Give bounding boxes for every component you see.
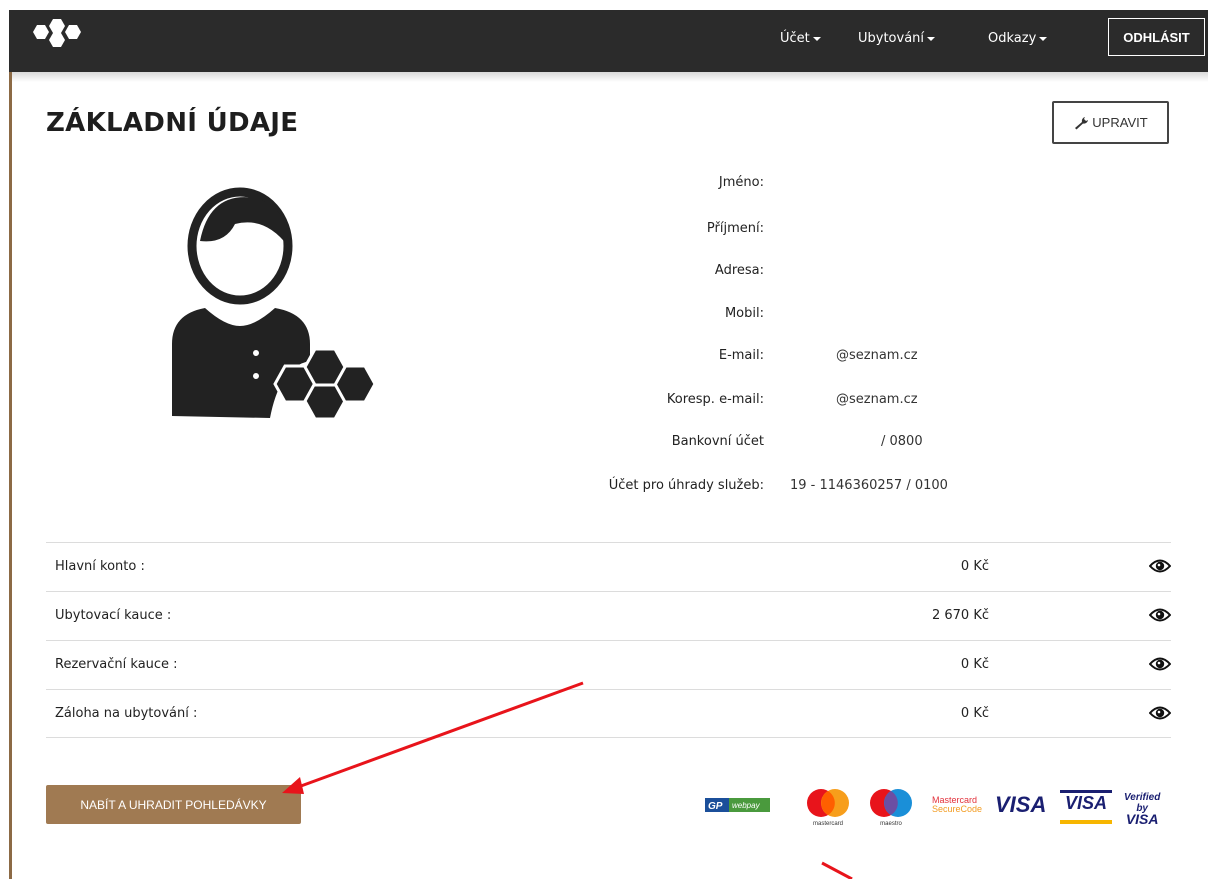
- side-accent-stripe: [9, 72, 12, 879]
- visa-logo: VISA: [995, 792, 1047, 817]
- red-arrow-icon: [821, 861, 853, 879]
- account-value: 0 Kč: [960, 559, 989, 574]
- label-bank-account: Bankovní účet: [671, 434, 764, 449]
- verified-line2: VISA: [1125, 811, 1159, 827]
- verified-by-visa-logo: Verified by VISA: [1124, 792, 1160, 827]
- table-row: Rezervační kauce : 0 Kč: [46, 640, 1171, 689]
- value-corresp-email: @seznam.cz: [836, 392, 918, 407]
- nav-ubytovani-label: Ubytování: [858, 31, 925, 46]
- eye-icon[interactable]: [1149, 558, 1171, 574]
- label-last-name: Příjmení:: [706, 221, 764, 236]
- label-first-name: Jméno:: [718, 175, 764, 190]
- value-email: @seznam.cz: [836, 348, 918, 363]
- table-row: Ubytovací kauce : 2 670 Kč: [46, 591, 1171, 640]
- maestro-text: maestro: [880, 821, 902, 826]
- mastercard-securecode-logo: Mastercard SecureCode: [932, 796, 982, 814]
- label-corresp-email: Koresp. e-mail:: [666, 392, 764, 407]
- edit-button[interactable]: UPRAVIT: [1052, 101, 1169, 144]
- logout-button[interactable]: ODHLÁSIT: [1108, 18, 1205, 56]
- edit-button-label: UPRAVIT: [1092, 115, 1148, 130]
- svg-text:GP: GP: [708, 801, 723, 812]
- label-address: Adresa:: [714, 263, 764, 278]
- accounts-table: Hlavní konto : 0 Kč Ubytovací kauce : 2 …: [46, 542, 1171, 738]
- account-value: 0 Kč: [960, 657, 989, 672]
- caret-down-icon: [927, 36, 936, 41]
- nav-ucet[interactable]: Účet: [780, 31, 821, 46]
- honeycomb-logo-icon[interactable]: [23, 19, 81, 55]
- gp-webpay-logo-icon: GP webpay: [705, 798, 770, 812]
- maestro-logo-icon: maestro: [870, 789, 912, 826]
- eye-icon[interactable]: [1149, 705, 1171, 721]
- page-title: ZÁKLADNÍ ÚDAJE: [46, 108, 299, 138]
- nav-ucet-label: Účet: [780, 31, 810, 46]
- label-email: E-mail:: [718, 348, 764, 363]
- charge-and-pay-button[interactable]: NABÍT A UHRADIT POHLEDÁVKY: [46, 785, 301, 824]
- label-mobile: Mobil:: [724, 306, 764, 321]
- nav-ubytovani[interactable]: Ubytování: [858, 31, 936, 46]
- user-avatar-icon: [172, 187, 377, 421]
- securecode-line2: SecureCode: [932, 804, 983, 814]
- mastercard-text: mastercard: [813, 821, 843, 826]
- account-label: Rezervační kauce :: [55, 657, 178, 672]
- top-nav-bar: Účet Ubytování Odkazy ODHLÁSIT: [9, 10, 1208, 72]
- account-label: Hlavní konto :: [55, 559, 145, 574]
- value-service-account: 19 - 1146360257 / 0100: [790, 478, 948, 493]
- nav-shadow: [12, 72, 1208, 82]
- mastercard-logo-icon: mastercard: [807, 789, 849, 826]
- value-bank-account: / 0800: [881, 434, 923, 449]
- table-row: Záloha na ubytování : 0 Kč: [46, 689, 1171, 738]
- table-row: Hlavní konto : 0 Kč: [46, 542, 1171, 591]
- svg-text:webpay: webpay: [732, 801, 761, 810]
- caret-down-icon: [1039, 36, 1048, 41]
- caret-down-icon: [812, 36, 821, 41]
- visa-electron-logo: VISA: [1060, 790, 1112, 824]
- nav-odkazy[interactable]: Odkazy: [988, 31, 1048, 46]
- wrench-icon: [1075, 116, 1089, 129]
- account-label: Ubytovací kauce :: [55, 608, 172, 623]
- eye-icon[interactable]: [1149, 607, 1171, 623]
- nav-odkazy-label: Odkazy: [988, 31, 1037, 46]
- eye-icon[interactable]: [1149, 656, 1171, 672]
- account-value: 2 670 Kč: [931, 608, 989, 623]
- account-value: 0 Kč: [960, 706, 989, 721]
- label-service-account: Účet pro úhrady služeb:: [608, 478, 764, 493]
- account-label: Záloha na ubytování :: [55, 706, 198, 721]
